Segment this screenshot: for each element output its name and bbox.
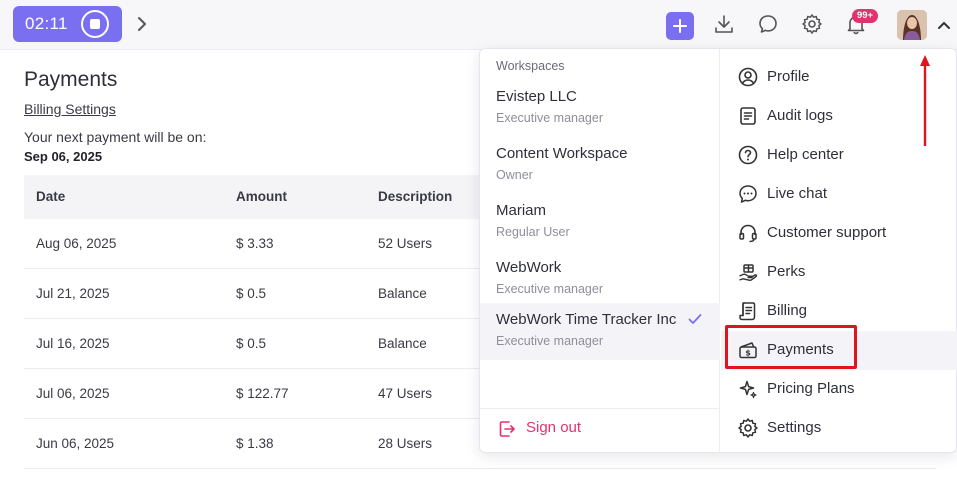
chat-dots-icon <box>739 185 757 203</box>
gear-icon <box>802 14 822 34</box>
workspaces-panel: Workspaces Evistep LLC Executive manager… <box>480 49 720 454</box>
menu-label: Help center <box>767 146 844 163</box>
timer-widget[interactable]: 02:11 <box>13 6 122 42</box>
date-cell: Jul 06, 2025 <box>36 386 110 401</box>
date-cell: Jun 06, 2025 <box>36 436 115 451</box>
description-cell: Balance <box>378 336 427 351</box>
chat-button[interactable] <box>755 11 781 37</box>
amount-cell: $ 0.5 <box>236 286 267 301</box>
stop-icon[interactable] <box>81 10 109 38</box>
chat-icon <box>759 15 777 33</box>
svg-text:$: $ <box>745 349 751 358</box>
menu-label: Pricing Plans <box>767 380 855 397</box>
page-title: Payments <box>24 68 118 91</box>
download-icon <box>715 15 733 33</box>
gift-hand-icon <box>739 264 758 281</box>
billing-settings-link[interactable]: Billing Settings <box>24 101 116 117</box>
menu-label: Payments <box>767 341 834 358</box>
workspaces-header: Workspaces <box>496 59 565 73</box>
timer-time: 02:11 <box>25 14 68 33</box>
workspace-name: Content Workspace <box>496 145 628 162</box>
plus-icon <box>673 19 687 33</box>
sign-out-label: Sign out <box>526 419 582 436</box>
menu-item-billing[interactable]: Billing <box>721 292 957 331</box>
top-bar: 02:11 99+ <box>0 0 957 50</box>
workspace-item-mariam[interactable]: Mariam Regular User <box>480 194 720 251</box>
workspace-name: Evistep LLC <box>496 88 577 105</box>
workspace-role: Executive manager <box>496 282 604 296</box>
sparkle-icon <box>739 380 757 399</box>
next-payment-date: Sep 06, 2025 <box>24 149 103 164</box>
menu-label: Profile <box>767 68 810 85</box>
receipt-icon <box>739 302 756 321</box>
sign-out-icon <box>499 421 515 437</box>
workspace-item-webwork-time-tracker[interactable]: WebWork Time Tracker Inc Executive manag… <box>480 303 720 360</box>
amount-cell: $ 1.38 <box>236 436 274 451</box>
check-icon <box>688 314 702 324</box>
description-cell: Balance <box>378 286 427 301</box>
settings-button[interactable] <box>799 11 825 37</box>
description-cell: 47 Users <box>378 386 433 401</box>
date-cell: Jul 16, 2025 <box>36 336 110 351</box>
menu-label: Settings <box>767 419 822 436</box>
workspace-name: Mariam <box>496 202 547 219</box>
menu-label: Perks <box>767 263 806 280</box>
menu-label: Live chat <box>767 185 828 202</box>
user-photo-icon <box>897 10 927 40</box>
gear-icon <box>738 418 758 438</box>
amount-cell: $ 0.5 <box>236 336 267 351</box>
chevron-up-icon[interactable] <box>937 19 951 31</box>
column-header-amount[interactable]: Amount <box>236 189 287 204</box>
amount-cell: $ 122.77 <box>236 386 289 401</box>
account-dropdown: Workspaces Evistep LLC Executive manager… <box>479 48 957 454</box>
menu-item-payments[interactable]: $ Payments <box>721 331 957 370</box>
document-icon <box>740 107 756 125</box>
menu-item-pricing-plans[interactable]: Pricing Plans <box>721 370 957 409</box>
question-icon <box>738 145 758 165</box>
arrow-up-annotation-icon <box>920 55 930 146</box>
user-circle-icon <box>738 67 758 87</box>
notification-count-badge: 99+ <box>852 9 878 23</box>
menu-item-settings[interactable]: Settings <box>721 409 957 448</box>
add-button[interactable] <box>666 12 694 40</box>
workspace-item-webwork[interactable]: WebWork Executive manager <box>480 251 720 308</box>
menu-item-customer-support[interactable]: Customer support <box>721 214 957 253</box>
menu-item-live-chat[interactable]: Live chat <box>721 175 957 214</box>
column-header-description[interactable]: Description <box>378 189 452 204</box>
menu-label: Audit logs <box>767 107 833 124</box>
workspace-role: Executive manager <box>496 334 604 348</box>
wallet-icon: $ <box>739 342 757 359</box>
amount-cell: $ 3.33 <box>236 236 274 251</box>
menu-label: Customer support <box>767 224 887 241</box>
next-payment-label: Your next payment will be on: <box>24 129 207 145</box>
menu-item-perks[interactable]: Perks <box>721 253 957 292</box>
workspace-item-content[interactable]: Content Workspace Owner <box>480 137 720 194</box>
chevron-right-icon[interactable] <box>136 14 148 34</box>
workspace-role: Regular User <box>496 225 570 239</box>
date-cell: Aug 06, 2025 <box>36 236 117 251</box>
column-header-date[interactable]: Date <box>36 189 65 204</box>
menu-label: Billing <box>767 302 808 319</box>
headset-icon <box>739 224 757 243</box>
download-button[interactable] <box>711 11 737 37</box>
description-cell: 28 Users <box>378 436 433 451</box>
workspace-name: WebWork Time Tracker Inc <box>496 311 677 328</box>
date-cell: Jul 21, 2025 <box>36 286 110 301</box>
avatar[interactable] <box>897 10 927 40</box>
divider <box>480 408 720 409</box>
description-cell: 52 Users <box>378 236 433 251</box>
workspace-name: WebWork <box>496 259 562 276</box>
workspace-role: Executive manager <box>496 111 604 125</box>
workspace-item-evistep[interactable]: Evistep LLC Executive manager <box>480 80 720 137</box>
workspace-role: Owner <box>496 168 533 182</box>
